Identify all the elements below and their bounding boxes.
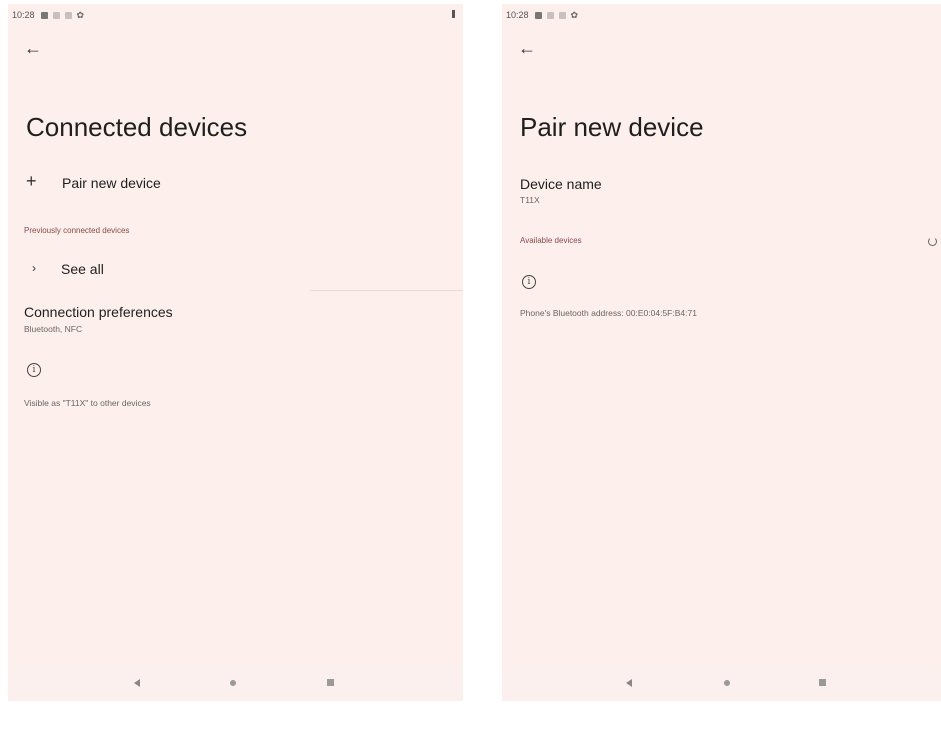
- available-devices-header: Available devices: [520, 236, 582, 245]
- nav-home-icon[interactable]: [724, 680, 730, 686]
- battery-icon: [452, 10, 455, 18]
- see-all-label: See all: [61, 261, 104, 277]
- status-time: 10:28: [506, 10, 529, 20]
- connected-devices-screen: 10:28 ✿ ← Connected devices + Pair new d…: [8, 4, 463, 701]
- gear-icon: ✿: [76, 9, 85, 20]
- nav-recents-icon[interactable]: [819, 679, 826, 686]
- see-all-item[interactable]: › See all: [8, 256, 308, 282]
- pair-new-device-label: Pair new device: [62, 175, 161, 191]
- page-title: Pair new device: [520, 112, 704, 142]
- connection-preferences-subtitle: Bluetooth, NFC: [24, 324, 83, 334]
- chevron-right-icon: ›: [32, 261, 36, 275]
- pair-new-device-item[interactable]: + Pair new device: [8, 170, 308, 198]
- nav-back-icon[interactable]: [626, 679, 632, 687]
- connection-preferences-title: Connection preferences: [24, 304, 173, 320]
- divider: [310, 290, 463, 291]
- previously-connected-header: Previously connected devices: [24, 226, 130, 235]
- bluetooth-address-text: Phone's Bluetooth address: 00:E0:04:5F:B…: [520, 308, 697, 318]
- device-name-item[interactable]: Device name T11X: [502, 174, 941, 210]
- status-bar: 10:28 ✿: [506, 8, 941, 22]
- navigation-bar: [8, 667, 463, 701]
- info-icon: i: [522, 275, 536, 289]
- nav-back-icon[interactable]: [134, 679, 140, 687]
- navigation-bar: [502, 667, 941, 701]
- connection-preferences-item[interactable]: Connection preferences Bluetooth, NFC: [8, 302, 463, 342]
- status-time: 10:28: [12, 10, 35, 20]
- page-title: Connected devices: [26, 112, 248, 142]
- notification-icon: [534, 11, 542, 19]
- wifi-icon: [546, 11, 554, 19]
- gear-icon: ✿: [570, 9, 579, 20]
- sim-icon: [558, 11, 566, 19]
- status-bar: 10:28 ✿: [12, 8, 455, 22]
- loading-spinner-icon: [928, 237, 937, 246]
- info-icon: i: [27, 363, 41, 377]
- visible-as-text: Visible as "T11X" to other devices: [24, 398, 151, 408]
- pair-new-device-screen: 10:28 ✿ ← Pair new device Device name T1…: [502, 4, 941, 701]
- wifi-icon: [52, 11, 60, 19]
- sim-icon: [64, 11, 72, 19]
- notification-icon: [40, 11, 48, 19]
- back-arrow-icon[interactable]: ←: [518, 38, 538, 58]
- plus-icon: +: [26, 171, 37, 191]
- nav-home-icon[interactable]: [230, 680, 236, 686]
- back-arrow-icon[interactable]: ←: [24, 38, 44, 58]
- device-name-title: Device name: [520, 176, 602, 192]
- device-name-value: T11X: [520, 195, 540, 205]
- nav-recents-icon[interactable]: [327, 679, 334, 686]
